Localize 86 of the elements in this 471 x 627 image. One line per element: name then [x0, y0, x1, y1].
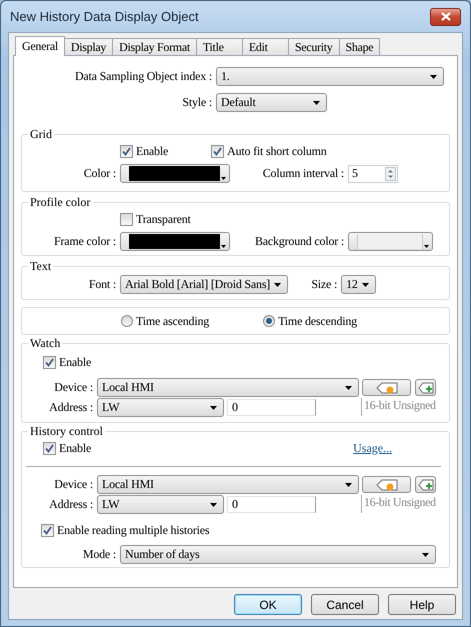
- caret-icon: [345, 386, 352, 390]
- group-title: Watch: [29, 337, 62, 350]
- tab[interactable]: Display: [64, 38, 114, 55]
- data-format-label: 16-bit Unsigned: [361, 398, 436, 416]
- tab[interactable]: Edit: [242, 38, 289, 55]
- field-label: Column interval :: [262, 166, 345, 181]
- checkbox-label: Enable: [136, 144, 168, 158]
- checkbox-label: Transparent: [136, 212, 191, 226]
- checkbox-label: Enable reading multiple histories: [57, 522, 210, 538]
- index-dropdown[interactable]: 1.: [216, 67, 444, 86]
- address-type-dropdown[interactable]: LW: [97, 398, 224, 417]
- dialog-button[interactable]: Cancel: [311, 594, 379, 615]
- tab[interactable]: Title: [196, 38, 243, 55]
- field-label: Device :: [53, 477, 94, 492]
- dialog-button[interactable]: Help: [388, 594, 456, 615]
- field-label: Mode :: [82, 547, 117, 562]
- checkbox[interactable]: [211, 144, 224, 158]
- tab[interactable]: General: [15, 36, 65, 56]
- tab[interactable]: Display Format: [112, 38, 197, 55]
- field-label: Device :: [53, 380, 94, 395]
- dialog-button[interactable]: OK: [234, 594, 302, 615]
- caret-icon: [313, 100, 320, 104]
- caret-icon: [210, 406, 217, 410]
- caret-icon: [362, 282, 369, 286]
- checkbox[interactable]: [120, 144, 133, 158]
- add-tag-button[interactable]: [415, 379, 436, 396]
- field-label: Color :: [82, 166, 117, 181]
- tag-icon: [376, 382, 398, 394]
- radio-button[interactable]: [121, 315, 133, 327]
- checkbox-label: Enable: [59, 354, 92, 370]
- tag-button[interactable]: [362, 379, 411, 396]
- color-picker[interactable]: [120, 164, 230, 183]
- field-label: Style :: [181, 95, 213, 110]
- caret-icon: [422, 552, 429, 556]
- tag-plus-icon: [418, 478, 434, 490]
- checkbox-label: Enable: [59, 440, 92, 456]
- number-field[interactable]: 5: [348, 164, 398, 182]
- checkbox[interactable]: [120, 212, 133, 226]
- checkbox[interactable]: [43, 442, 56, 454]
- address-field[interactable]: 0: [227, 496, 316, 513]
- field-label: Background color :: [254, 234, 345, 249]
- caret-icon: [430, 74, 437, 78]
- style-dropdown[interactable]: Default: [216, 93, 327, 112]
- color-picker[interactable]: [120, 232, 230, 251]
- device-dropdown[interactable]: Local HMI: [97, 378, 359, 397]
- size-dropdown[interactable]: 12: [341, 275, 376, 294]
- address-type-dropdown[interactable]: LW: [97, 495, 224, 514]
- address-field[interactable]: 0: [227, 399, 316, 416]
- field-label: Frame color :: [52, 234, 117, 249]
- tab[interactable]: Security: [288, 38, 340, 55]
- caret-icon: [221, 245, 226, 248]
- mode-dropdown[interactable]: Number of days: [120, 545, 436, 564]
- tab[interactable]: Shape: [338, 38, 380, 55]
- field-label: Address :: [48, 497, 94, 512]
- caret-icon: [345, 482, 352, 486]
- spinner-icon: [385, 166, 396, 180]
- window-title: New History Data Display Object: [10, 9, 199, 24]
- radio-label: Time ascending: [136, 314, 210, 328]
- add-tag-button[interactable]: [415, 476, 436, 493]
- caret-icon: [210, 502, 217, 506]
- caret-icon: [274, 282, 282, 286]
- tag-plus-icon: [418, 382, 434, 394]
- field-label: Data Sampling Object index :: [74, 69, 213, 84]
- usage-link[interactable]: Usage...: [353, 440, 392, 456]
- group-title: Grid: [29, 128, 53, 141]
- caret-icon: [424, 245, 429, 248]
- field-label: Size :: [310, 277, 338, 292]
- group-title: History control: [29, 425, 104, 438]
- radio-label: Time descending: [278, 314, 357, 328]
- font-dropdown[interactable]: Arial Bold [Arial] [Droid Sans]: [120, 275, 288, 294]
- tag-button[interactable]: [362, 476, 411, 493]
- group-title: Profile color: [29, 196, 92, 209]
- close-icon: [440, 12, 450, 21]
- data-format-label: 16-bit Unsigned: [361, 495, 436, 513]
- field-label: Font :: [88, 277, 117, 292]
- color-picker[interactable]: [348, 232, 433, 251]
- checkbox-label: Auto fit short column: [227, 144, 327, 158]
- device-dropdown[interactable]: Local HMI: [97, 475, 359, 494]
- tag-icon: [376, 478, 398, 490]
- field-label: Address :: [48, 400, 94, 415]
- radio-button[interactable]: [263, 315, 276, 327]
- caret-icon: [221, 177, 226, 180]
- checkbox[interactable]: [43, 356, 56, 368]
- close-button[interactable]: [430, 8, 461, 26]
- group-title: Text: [29, 260, 52, 273]
- checkbox[interactable]: [41, 524, 54, 536]
